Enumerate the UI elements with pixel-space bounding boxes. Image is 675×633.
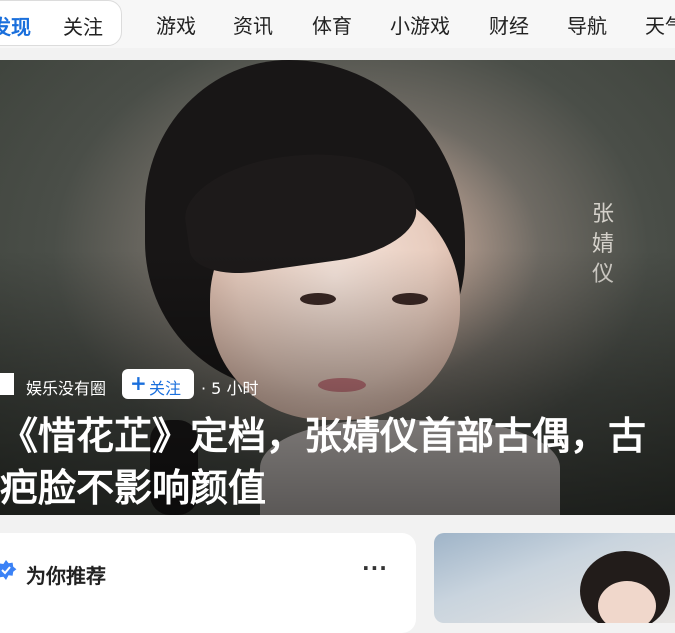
recommend-icon	[0, 558, 18, 586]
follow-button[interactable]: + 关注	[122, 369, 194, 399]
post-time: · 5 小时	[201, 379, 259, 398]
tab-discover[interactable]: 发现	[0, 11, 31, 40]
nav-item-sports[interactable]: 体育	[312, 10, 352, 39]
more-icon[interactable]: ···	[362, 556, 388, 580]
nav-item-news[interactable]: 资讯	[233, 10, 273, 39]
nav-item-finance[interactable]: 财经	[489, 10, 529, 39]
top-nav: 发现 关注 游戏 资讯 体育 小游戏 财经 导航 天气	[0, 0, 675, 48]
nav-item-weather[interactable]: 天气	[645, 10, 675, 39]
recommend-title: 为你推荐	[26, 564, 106, 588]
headline[interactable]: 《惜花芷》定档，张婧仪首部古偶，古 疤脸不影响颜值	[0, 410, 675, 510]
nav-item-navigation[interactable]: 导航	[567, 10, 607, 39]
nav-item-games[interactable]: 游戏	[156, 10, 196, 39]
plus-icon: +	[130, 371, 147, 395]
source-logo-icon	[0, 373, 14, 395]
source-name[interactable]: 娱乐没有圈	[26, 375, 106, 399]
feed-switcher: 发现 关注	[0, 0, 122, 46]
hero-carousel[interactable]: 张婧仪 娱乐没有圈 + 关注 · 5 小时 《惜花芷》定档，张婧仪首部古偶，古 …	[0, 60, 675, 515]
follow-button-label: 关注	[149, 379, 182, 398]
tab-following[interactable]: 关注	[63, 11, 103, 40]
news-thumbnail[interactable]	[434, 533, 675, 623]
nav-item-mini-games[interactable]: 小游戏	[390, 10, 450, 39]
headline-line-2: 疤脸不影响颜值	[0, 466, 267, 510]
headline-line-1: 《惜花芷》定档，张婧仪首部古偶，古	[0, 414, 647, 458]
